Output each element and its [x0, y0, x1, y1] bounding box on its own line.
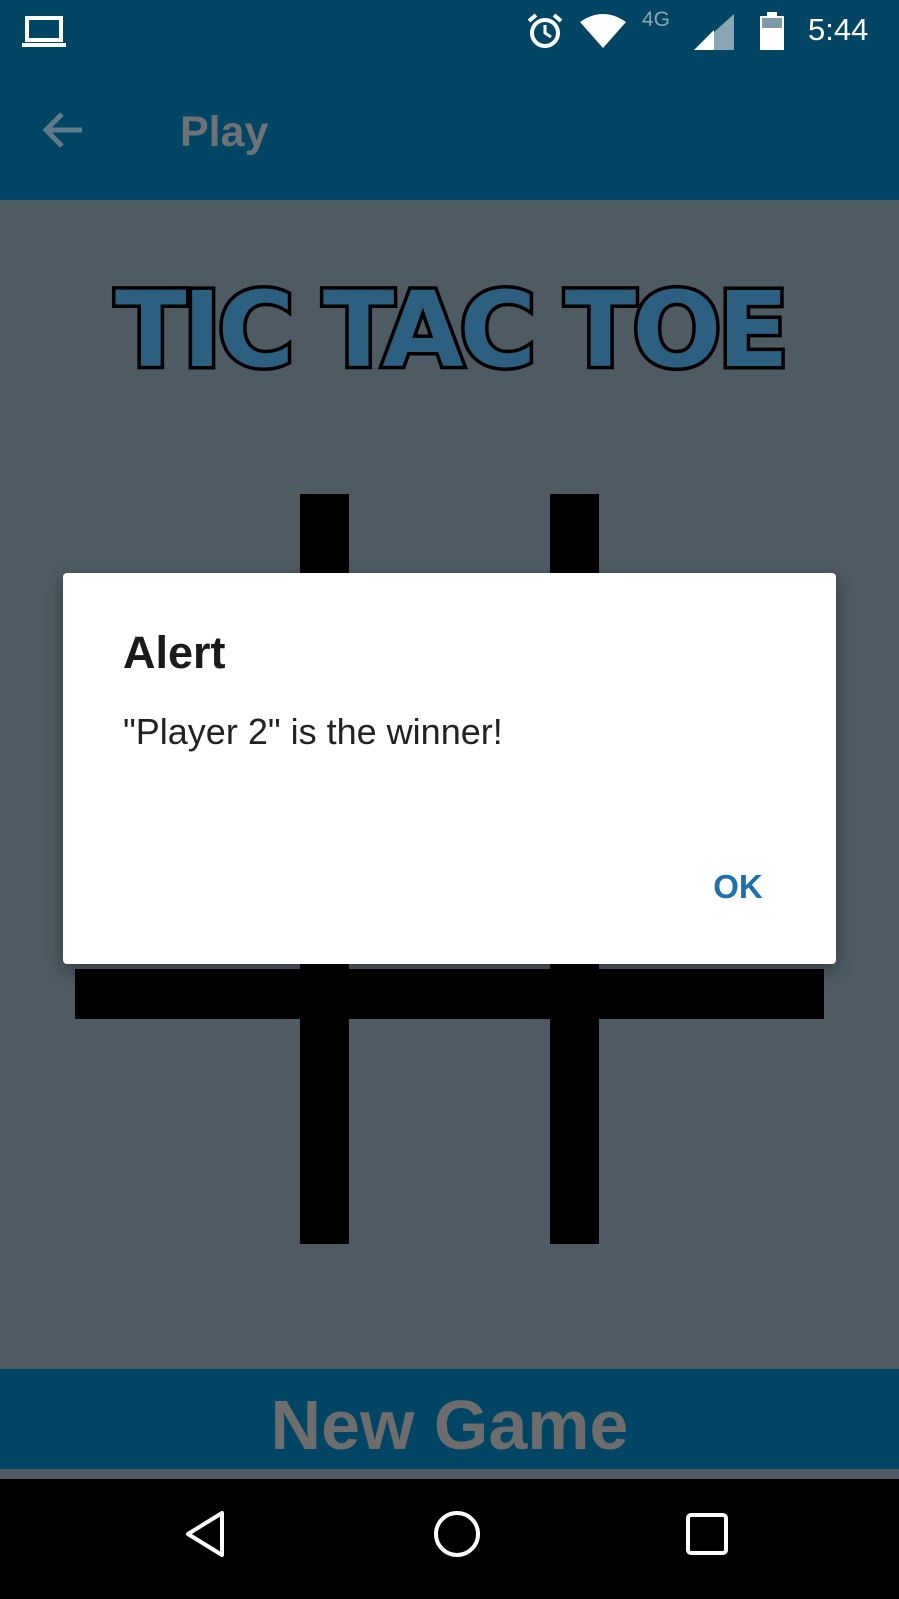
nav-back-icon [186, 1511, 224, 1557]
screen: 4G 5:44 Play TIC TAC TOE Alert "Player 2… [0, 0, 899, 1599]
nav-recents-icon [686, 1513, 728, 1555]
alert-dialog: Alert "Player 2" is the winner! OK [63, 573, 836, 964]
nav-back-button[interactable] [180, 1509, 230, 1564]
bottom-divider [0, 1469, 899, 1479]
wifi-icon [580, 14, 626, 53]
back-button[interactable] [38, 104, 90, 156]
new-game-bar: New Game [0, 1369, 899, 1469]
svg-text:TIC TAC TOE: TIC TAC TOE [115, 269, 785, 391]
new-game-button[interactable]: New Game [271, 1385, 629, 1465]
network-type-label: 4G [642, 8, 671, 31]
page-title: Play [180, 108, 269, 156]
battery-icon [760, 12, 784, 55]
nav-home-icon [434, 1511, 480, 1557]
dialog-title: Alert [123, 627, 226, 678]
nav-home-button[interactable] [432, 1509, 482, 1564]
arrow-back-icon [42, 112, 82, 148]
navigation-bar [0, 1479, 899, 1599]
clock: 5:44 [808, 12, 869, 47]
app-bar: Play [0, 64, 899, 200]
nav-recents-button[interactable] [682, 1509, 732, 1564]
status-bar: 4G 5:44 [0, 0, 899, 64]
tic-tac-toe-logo: TIC TAC TOE [112, 266, 793, 395]
laptop-icon [22, 16, 66, 53]
signal-icon [694, 14, 734, 55]
alarm-icon [526, 12, 564, 55]
ok-button[interactable]: OK [683, 857, 793, 917]
board-horizontal-line-bottom [75, 969, 824, 1019]
dialog-message: "Player 2" is the winner! [123, 711, 503, 752]
